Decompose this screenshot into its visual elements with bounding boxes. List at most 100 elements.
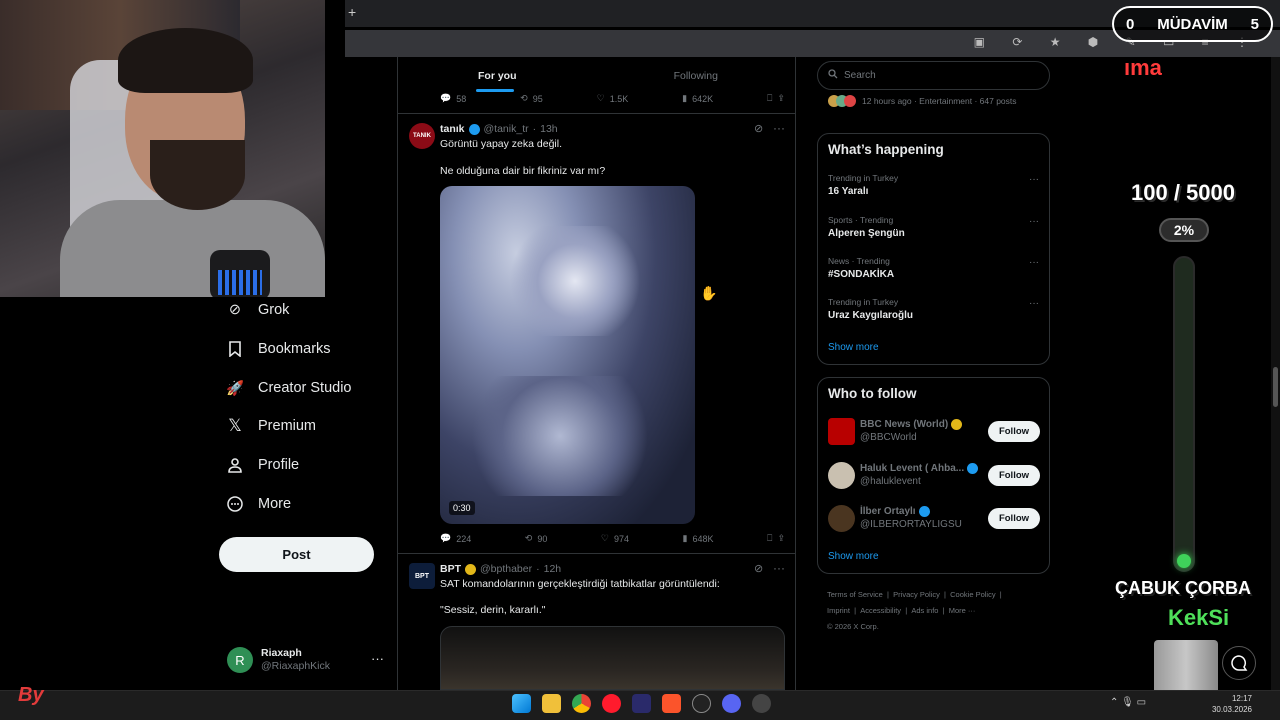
app-icon[interactable] (632, 694, 651, 713)
nav-label: Grok (258, 302, 290, 318)
post-button[interactable]: Post (219, 537, 374, 572)
scrollbar-thumb[interactable] (1273, 367, 1278, 407)
views-button[interactable]: ▮ 642K (682, 93, 713, 104)
clock[interactable]: 12:17 30.03.2026 (1210, 693, 1252, 715)
chart-icon: ▮ (682, 533, 688, 543)
author-handle[interactable]: @bpthaber (480, 563, 532, 575)
author-name[interactable]: tanık (440, 123, 465, 135)
chrome-icon[interactable] (572, 694, 591, 713)
nav-item-bookmarks[interactable]: Bookmarks (226, 334, 331, 364)
like-count: 974 (613, 533, 629, 544)
follow-suggestion[interactable]: İlber Ortaylı @ILBERORTAYLIGSU Follow (828, 502, 1040, 534)
author-handle[interactable]: @tanik_tr (484, 123, 529, 135)
repost-count: 95 (532, 93, 543, 104)
share-icon[interactable]: ⇪ (777, 93, 785, 104)
nav-item-more[interactable]: More (226, 489, 291, 519)
nav-item-creator-studio[interactable]: 🚀 Creator Studio (226, 373, 352, 403)
account-switcher[interactable]: R Riaxaph @RiaxaphKick ··· (227, 643, 387, 677)
account-menu-icon[interactable]: ··· (371, 651, 384, 666)
tweet-time[interactable]: 13h (540, 123, 558, 135)
trend-item[interactable]: Sports · Trending Alperen Şengün (828, 214, 905, 240)
bookmark-button[interactable]: ⎕ ⇪ (767, 533, 785, 544)
bookmark-button[interactable]: ⎕ ⇪ (767, 93, 785, 104)
windows-start-icon[interactable] (512, 694, 531, 713)
follow-suggestion[interactable]: Haluk Levent ( Ahba... @haluklevent Follo… (828, 459, 1040, 491)
new-tab-button[interactable]: + (348, 4, 356, 20)
like-button[interactable]: ♡ 1.5K (597, 93, 629, 104)
tweet-time[interactable]: 12h (544, 563, 562, 575)
views-button[interactable]: ▮ 648K (683, 533, 714, 544)
nav-item-profile[interactable]: Profile (226, 450, 299, 480)
footer-link[interactable]: Accessibility (860, 606, 901, 615)
score-title: MÜDAVİM (1157, 15, 1228, 33)
footer-separator: | (905, 606, 908, 615)
trend-meta-row[interactable]: 12 hours ago · Entertainment · 647 posts (828, 95, 1017, 107)
grok-explain-icon[interactable]: ⊘ (754, 122, 763, 135)
avatar-stack (828, 95, 856, 107)
trend-menu-icon[interactable]: ··· (1029, 257, 1039, 268)
tweet-text: Ne olduğuna dair bir fikriniz var mı? (440, 165, 606, 177)
stream-score-overlay: 0 MÜDAVİM 5 (1112, 6, 1273, 42)
bookmark-icon: ⎕ (767, 93, 773, 103)
search-placeholder: Search (844, 70, 876, 81)
footer-link[interactable]: Terms of Service (827, 590, 883, 599)
reply-button[interactable]: 💬 58 (440, 93, 466, 104)
avatar[interactable]: TANIK (409, 123, 435, 149)
system-tray[interactable]: ⌃ 🎙 ▭ (1110, 697, 1146, 708)
scrollbar[interactable] (1271, 57, 1280, 690)
verified-badge-icon (465, 563, 476, 575)
brave-icon[interactable] (662, 694, 681, 713)
trend-menu-icon[interactable]: ··· (1029, 298, 1039, 309)
opera-icon[interactable] (602, 694, 621, 713)
footer-link[interactable]: Imprint (827, 606, 850, 615)
reply-count: 58 (456, 93, 467, 104)
app-icon[interactable] (752, 694, 771, 713)
follow-button[interactable]: Follow (988, 464, 1040, 486)
bookmark-icon: ⎕ (767, 533, 773, 543)
author-name[interactable]: BPT (440, 563, 461, 575)
share-icon[interactable]: ⇪ (777, 533, 785, 544)
trend-item[interactable]: News · Trending #SONDAKİKA (828, 255, 894, 281)
repost-count: 90 (537, 533, 548, 544)
footer-link[interactable]: Cookie Policy (950, 590, 995, 599)
heart-icon: ♡ (600, 533, 609, 543)
nav-label: Profile (258, 457, 300, 473)
grok-icon: ⊘ (228, 302, 242, 318)
tweet-media[interactable] (440, 626, 785, 690)
trend-item[interactable]: Trending in Turkey Uraz Kaygılaroğlu (828, 296, 913, 322)
show-more-link[interactable]: Show more (828, 342, 879, 353)
reply-icon: 💬 (440, 93, 452, 103)
discord-icon[interactable] (722, 694, 741, 713)
nav-item-grok[interactable]: ⊘ Grok (226, 295, 290, 325)
follow-button[interactable]: Follow (988, 507, 1040, 529)
follow-button[interactable]: Follow (988, 420, 1040, 442)
tweet-menu-icon[interactable]: ··· (773, 121, 785, 135)
footer-link[interactable]: Ads info (911, 606, 938, 615)
nav-item-premium[interactable]: 𝕏 Premium (226, 411, 316, 441)
chatgpt-icon[interactable] (692, 694, 711, 713)
search-input[interactable]: Search (817, 61, 1050, 90)
nav-label: Bookmarks (258, 341, 331, 357)
trend-menu-icon[interactable]: ··· (1029, 174, 1039, 185)
show-more-link[interactable]: Show more (828, 551, 879, 562)
video-duration: 0:30 (449, 501, 475, 515)
file-explorer-icon[interactable] (542, 694, 561, 713)
tweet-video[interactable]: 0:30 (440, 186, 695, 524)
repost-button[interactable]: ⟲ 90 (525, 533, 548, 544)
like-button[interactable]: ♡ 974 (601, 533, 629, 544)
footer-link[interactable]: Privacy Policy (893, 590, 940, 599)
repost-button[interactable]: ⟲ 95 (520, 93, 543, 104)
tweet-menu-icon[interactable]: ··· (773, 561, 785, 575)
tab-for-you[interactable]: For you (398, 57, 597, 94)
verified-badge-icon (967, 463, 979, 474)
tab-following[interactable]: Following (597, 57, 796, 94)
avatar[interactable]: BPT (409, 563, 435, 589)
trend-item[interactable]: Trending in Turkey 16 Yaralı (828, 172, 898, 198)
reply-button[interactable]: 💬 224 (440, 533, 471, 544)
follow-suggestion[interactable]: BBC News (World) @BBCWorld Follow (828, 415, 1040, 447)
trend-menu-icon[interactable]: ··· (1029, 216, 1039, 227)
chat-bubble-icon[interactable] (1222, 646, 1256, 680)
footer-link[interactable]: More ··· (949, 606, 976, 615)
tweet-actions: 💬 58 ⟲ 95 ♡ 1.5K ▮ 642K ⎕ ⇪ (440, 93, 785, 104)
grok-explain-icon[interactable]: ⊘ (754, 562, 763, 575)
